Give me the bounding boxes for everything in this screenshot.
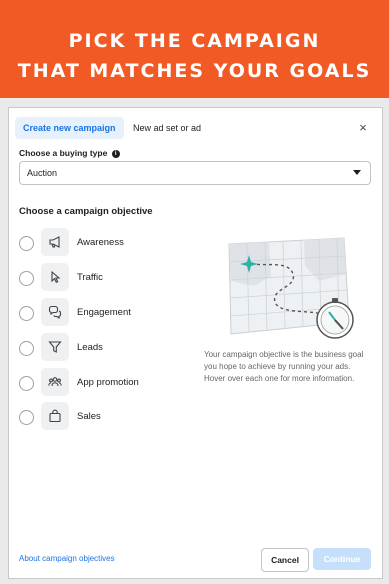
continue-button[interactable]: Continue xyxy=(313,548,371,570)
objective-illustration xyxy=(209,226,369,351)
close-icon[interactable]: × xyxy=(354,119,372,137)
objective-label: Traffic xyxy=(77,272,103,283)
radio-traffic[interactable] xyxy=(19,271,34,286)
create-campaign-dialog: Create new campaign New ad set or ad × C… xyxy=(8,107,383,579)
objective-heading: Choose a campaign objective xyxy=(19,206,153,217)
buying-type-label: Choose a buying type i xyxy=(19,148,120,158)
chat-bubbles-icon xyxy=(41,298,69,326)
buying-type-value: Auction xyxy=(27,168,58,178)
cancel-button[interactable]: Cancel xyxy=(261,548,309,572)
radio-engagement[interactable] xyxy=(19,306,34,321)
cursor-icon xyxy=(41,263,69,291)
objective-label: Awareness xyxy=(77,237,124,248)
shopping-bag-icon xyxy=(41,402,69,430)
objective-label: Sales xyxy=(77,411,101,422)
objective-option-awareness[interactable]: Awareness xyxy=(19,228,209,258)
people-icon xyxy=(41,368,69,396)
banner-title-line-2: THAT MATCHES YOUR GOALS xyxy=(17,60,372,82)
map-illustration xyxy=(228,237,354,339)
buying-type-select[interactable]: Auction xyxy=(19,161,371,185)
megaphone-icon xyxy=(41,228,69,256)
tab-create-new-campaign[interactable]: Create new campaign xyxy=(15,117,124,139)
about-campaign-objectives-link[interactable]: About campaign objectives xyxy=(19,554,115,563)
objective-option-traffic[interactable]: Traffic xyxy=(19,263,209,293)
radio-awareness[interactable] xyxy=(19,236,34,251)
objective-option-engagement[interactable]: Engagement xyxy=(19,298,209,328)
funnel-icon xyxy=(41,333,69,361)
objective-option-leads[interactable]: Leads xyxy=(19,333,209,363)
buying-type-label-text: Choose a buying type xyxy=(19,148,108,158)
radio-app-promotion[interactable] xyxy=(19,376,34,391)
objective-label: Engagement xyxy=(77,307,131,318)
objective-description: Your campaign objective is the business … xyxy=(204,350,364,383)
banner-title-line-1: PICK THE CAMPAIGN xyxy=(68,30,321,52)
objective-label: Leads xyxy=(77,342,103,353)
tab-new-ad-set-or-ad[interactable]: New ad set or ad xyxy=(125,117,209,139)
radio-sales[interactable] xyxy=(19,410,34,425)
objective-option-app-promotion[interactable]: App promotion xyxy=(19,368,209,398)
objective-option-sales[interactable]: Sales xyxy=(19,402,209,432)
radio-leads[interactable] xyxy=(19,341,34,356)
promo-banner: PICK THE CAMPAIGN THAT MATCHES YOUR GOAL… xyxy=(0,0,389,98)
objective-label: App promotion xyxy=(77,377,139,388)
info-icon[interactable]: i xyxy=(111,150,120,158)
caret-down-icon xyxy=(353,170,361,175)
